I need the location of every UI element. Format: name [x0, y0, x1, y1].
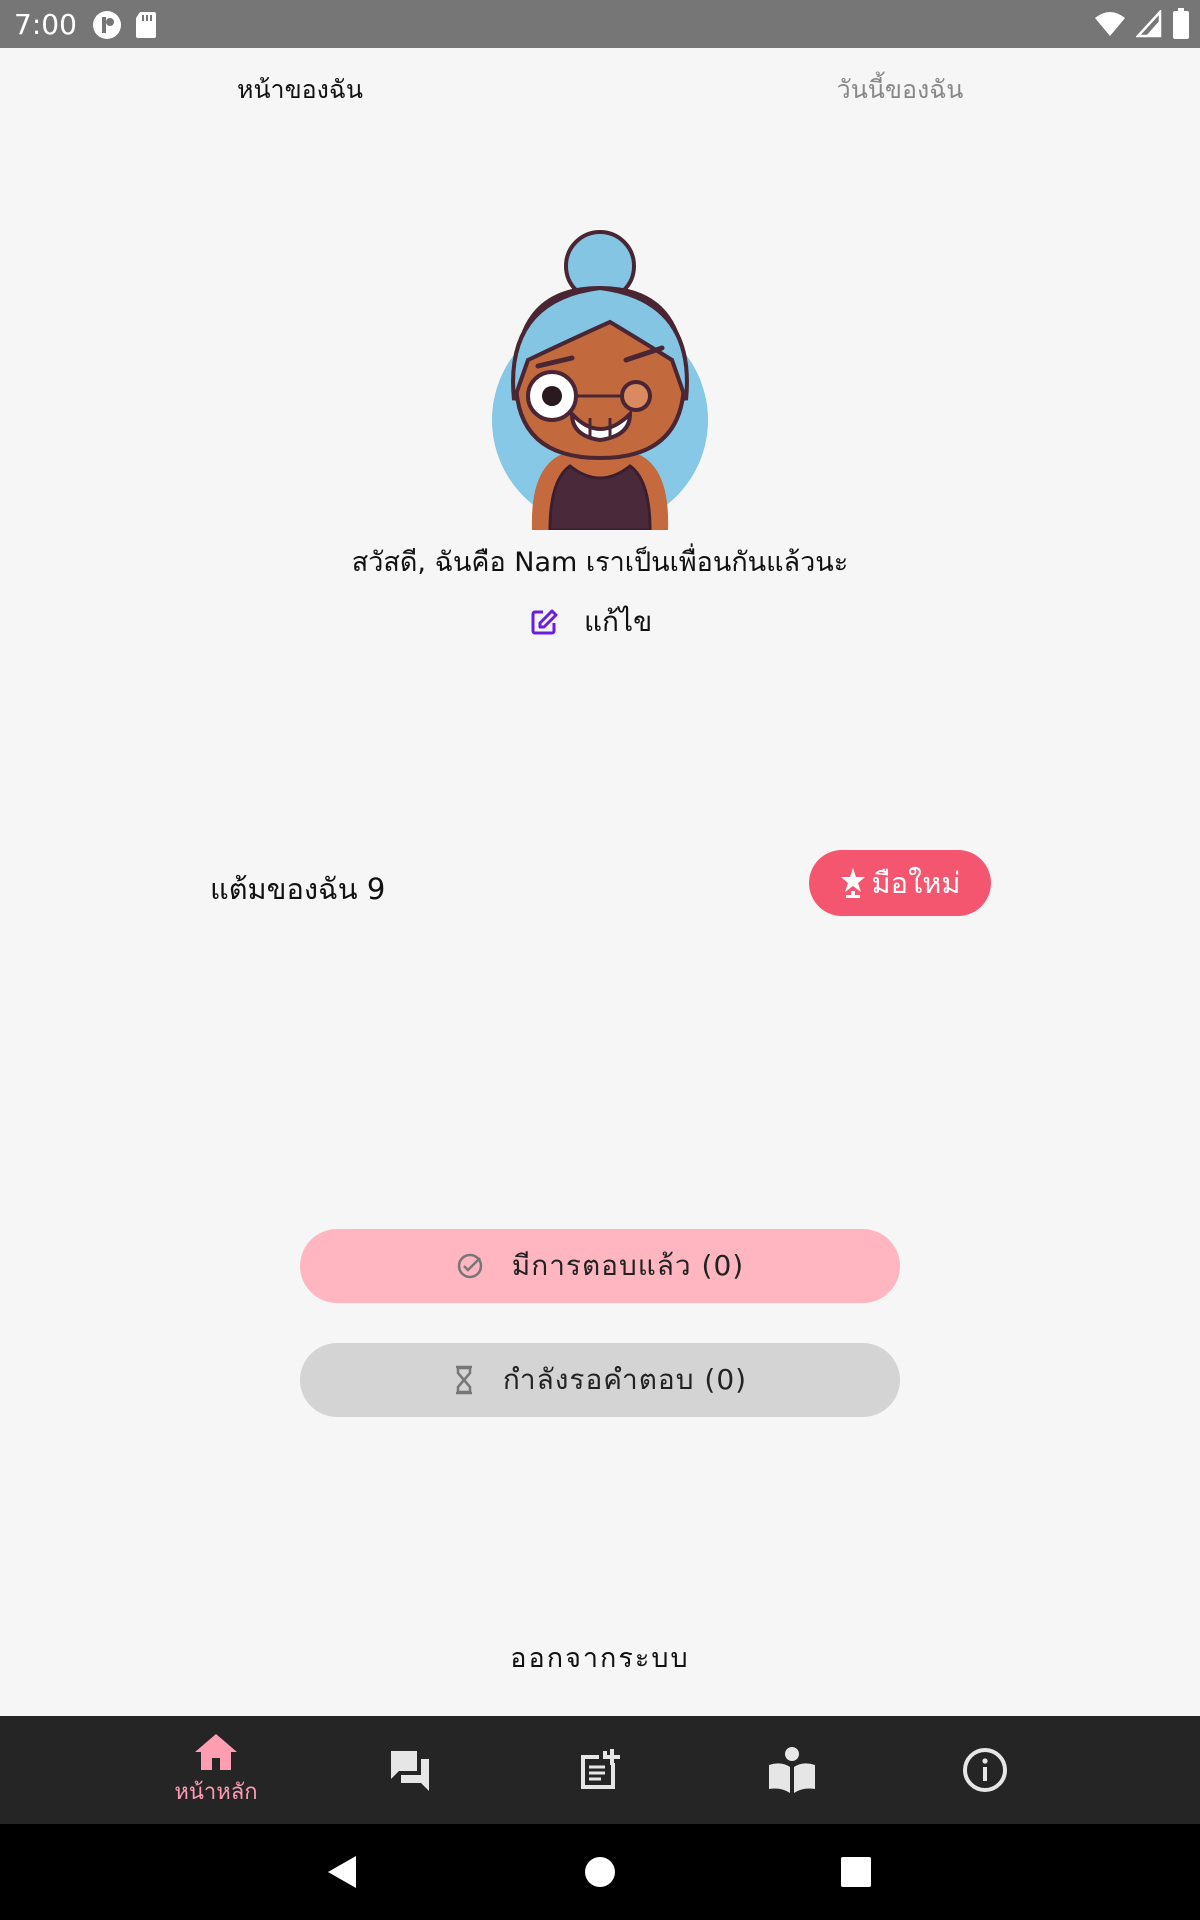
status-time: 7:00 [14, 8, 77, 41]
app-notification-icon [93, 11, 121, 39]
edit-icon [531, 609, 558, 635]
battery-icon [1173, 8, 1189, 39]
info-icon [963, 1748, 1007, 1792]
trophy-star-icon [840, 868, 865, 898]
avatar [492, 230, 708, 530]
status-bar: 7:00 [0, 0, 1200, 48]
logout-button[interactable]: ออกจากระบบ [0, 1636, 1200, 1679]
answered-questions-button[interactable]: มีการตอบแล้ว (0) [300, 1229, 900, 1303]
signal-icon [1136, 10, 1162, 38]
home-circle-icon [585, 1857, 615, 1887]
chat-icon [391, 1751, 429, 1791]
wifi-icon [1095, 12, 1125, 36]
status-left-icons [92, 10, 158, 40]
nav-home[interactable]: หน้าหลัก [156, 1716, 276, 1824]
status-right-icons [1094, 8, 1190, 40]
nav-home-label: หน้าหลัก [174, 1779, 258, 1805]
back-button[interactable] [302, 1824, 382, 1920]
system-nav-bar [0, 1824, 1200, 1920]
back-triangle-icon [328, 1856, 356, 1888]
rank-badge-label: มือใหม่ [871, 866, 961, 900]
tab-my-page[interactable]: หน้าของฉัน [0, 70, 600, 110]
nav-chat[interactable] [350, 1716, 470, 1824]
nav-post-add[interactable] [540, 1716, 660, 1824]
recents-button[interactable] [816, 1824, 896, 1920]
waiting-label: กำลังรอคำตอบ (0) [502, 1363, 748, 1396]
post-add-icon [581, 1749, 620, 1789]
recents-square-icon [841, 1857, 871, 1887]
edit-label: แก้ไข [584, 605, 653, 638]
nav-reading[interactable] [732, 1716, 852, 1824]
top-tabs: หน้าของฉัน วันนี้ของฉัน [0, 48, 1200, 128]
tab-my-day[interactable]: วันนี้ของฉัน [600, 70, 1200, 110]
waiting-questions-button[interactable]: กำลังรอคำตอบ (0) [300, 1343, 900, 1417]
nav-info[interactable] [925, 1716, 1045, 1824]
rank-badge: มือใหม่ [809, 850, 991, 916]
home-icon [195, 1733, 237, 1770]
book-reader-icon [769, 1747, 815, 1793]
sd-card-icon [136, 12, 156, 38]
points-label: แต้มของฉัน 9 [210, 872, 386, 906]
greeting-text: สวัสดี, ฉันคือ Nam เราเป็นเพื่อนกันแล้วน… [351, 547, 849, 578]
bottom-nav: หน้าหลัก [0, 1716, 1200, 1824]
hourglass-icon [455, 1365, 472, 1395]
answered-label: มีการตอบแล้ว (0) [511, 1249, 745, 1282]
check-circle-icon [457, 1253, 483, 1279]
edit-profile-button[interactable]: แก้ไข [530, 602, 652, 642]
home-system-button[interactable] [560, 1824, 640, 1920]
